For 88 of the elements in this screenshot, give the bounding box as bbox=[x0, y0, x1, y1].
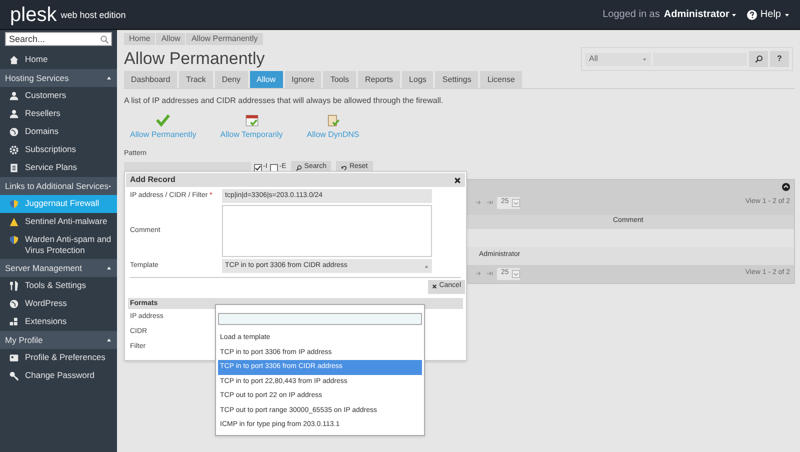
page-title: Allow Permanently bbox=[124, 49, 265, 69]
close-icon bbox=[432, 284, 438, 289]
tab[interactable]: License bbox=[480, 71, 522, 88]
shield-icon bbox=[9, 199, 19, 209]
close-button[interactable] bbox=[454, 176, 461, 184]
sidebar-item[interactable]: Extensions bbox=[0, 313, 117, 331]
breadcrumb-link[interactable]: Home bbox=[124, 33, 156, 45]
search-icon bbox=[100, 34, 109, 44]
sidebar-item[interactable]: Resellers bbox=[0, 105, 117, 123]
tab[interactable]: Deny bbox=[214, 71, 248, 88]
dialog-title: Add Record bbox=[130, 174, 176, 186]
checkbox[interactable] bbox=[254, 164, 262, 172]
next-page-button[interactable] bbox=[475, 270, 482, 277]
breadcrumb-link[interactable]: Allow bbox=[156, 33, 186, 45]
person-icon bbox=[9, 109, 19, 119]
comment-field[interactable] bbox=[222, 205, 432, 257]
help-icon bbox=[747, 10, 758, 20]
logged-in-label: Logged in as bbox=[602, 8, 660, 22]
search-icon bbox=[296, 164, 302, 170]
sidebar-item[interactable]: Tools & Settings bbox=[0, 277, 117, 295]
person-icon bbox=[9, 91, 19, 101]
breadcrumb-link[interactable]: Allow Permanently bbox=[186, 33, 263, 45]
sidebar-item[interactable]: Change Password bbox=[0, 367, 117, 385]
help-menu[interactable]: Help bbox=[747, 7, 790, 22]
arrow-icon bbox=[486, 199, 493, 206]
tab[interactable]: Logs bbox=[402, 71, 434, 88]
caret-icon bbox=[512, 268, 520, 278]
search-icon bbox=[754, 55, 762, 63]
section-header[interactable]: Hosting Services bbox=[0, 69, 117, 87]
globe-icon bbox=[9, 299, 19, 309]
collapse-icon bbox=[106, 75, 112, 81]
card-icon bbox=[9, 353, 19, 363]
tools-icon bbox=[9, 281, 19, 291]
calendar-icon bbox=[244, 113, 259, 127]
dropdown-search-field[interactable] bbox=[218, 313, 422, 325]
shield-icon bbox=[9, 235, 19, 245]
edition-label: web host edition bbox=[60, 8, 126, 22]
blocks-icon bbox=[9, 317, 19, 327]
search-button[interactable] bbox=[749, 51, 768, 67]
sidebar-item[interactable]: Home bbox=[0, 51, 117, 69]
logo: plesk bbox=[10, 4, 57, 24]
collapse-icon bbox=[782, 182, 790, 190]
tab[interactable]: Settings bbox=[435, 71, 478, 88]
scope-select[interactable]: All bbox=[585, 52, 651, 66]
sidebar-item[interactable]: Customers bbox=[0, 87, 117, 105]
caret-icon bbox=[731, 12, 738, 18]
sidebar-item[interactable]: Profile & Preferences bbox=[0, 349, 117, 367]
sidebar-item[interactable]: Subscriptions bbox=[0, 141, 117, 159]
globe-icon bbox=[9, 127, 19, 137]
clipboard-icon bbox=[326, 113, 340, 127]
tab[interactable]: Tools bbox=[323, 71, 356, 88]
tab[interactable]: Dashboard bbox=[124, 71, 178, 88]
tab[interactable]: Track bbox=[179, 71, 213, 88]
key-icon bbox=[9, 371, 19, 381]
collapse-icon bbox=[106, 265, 112, 271]
sidebar-item[interactable]: Warden Anti-spam and Virus Protection bbox=[0, 231, 117, 259]
sidebar-item[interactable]: Service Plans bbox=[0, 159, 117, 177]
checkbox[interactable] bbox=[270, 164, 278, 172]
search-field[interactable]: Search... bbox=[5, 32, 112, 46]
arrow-icon bbox=[486, 270, 493, 277]
arrow-icon bbox=[475, 270, 482, 277]
caret-icon bbox=[512, 198, 520, 208]
last-page-button[interactable] bbox=[486, 199, 493, 206]
user-menu[interactable]: Administrator bbox=[664, 7, 738, 22]
document-icon bbox=[9, 163, 19, 173]
collapse-icon bbox=[106, 337, 112, 343]
tab[interactable]: Reports bbox=[358, 71, 400, 88]
check-icon bbox=[255, 164, 261, 170]
description-text: A list of IP addresses and CIDR addresses that will always be allowed through the firewall. bbox=[124, 95, 444, 107]
section-header[interactable]: Links to Additional Services bbox=[0, 177, 117, 195]
last-page-button[interactable] bbox=[486, 270, 493, 277]
sidebar-item[interactable]: Domains bbox=[0, 123, 117, 141]
arrow-icon bbox=[475, 199, 482, 206]
tab[interactable]: Ignore bbox=[284, 71, 322, 88]
section-header[interactable]: My Profile bbox=[0, 331, 117, 349]
caret-icon bbox=[784, 12, 790, 18]
sidebar-item[interactable]: WordPress bbox=[0, 295, 117, 313]
home-icon bbox=[9, 55, 19, 65]
caret-icon bbox=[642, 56, 647, 62]
check-icon bbox=[156, 113, 170, 127]
section-header[interactable]: Server Management bbox=[0, 259, 117, 277]
gear-icon bbox=[9, 145, 19, 155]
close-icon bbox=[454, 176, 461, 184]
help-button[interactable]: ? bbox=[770, 51, 789, 67]
undo-icon bbox=[341, 164, 348, 170]
sidebar-item[interactable]: Sentinel Anti-malware bbox=[0, 213, 117, 231]
next-page-button[interactable] bbox=[475, 199, 482, 206]
warning-icon bbox=[9, 217, 19, 227]
